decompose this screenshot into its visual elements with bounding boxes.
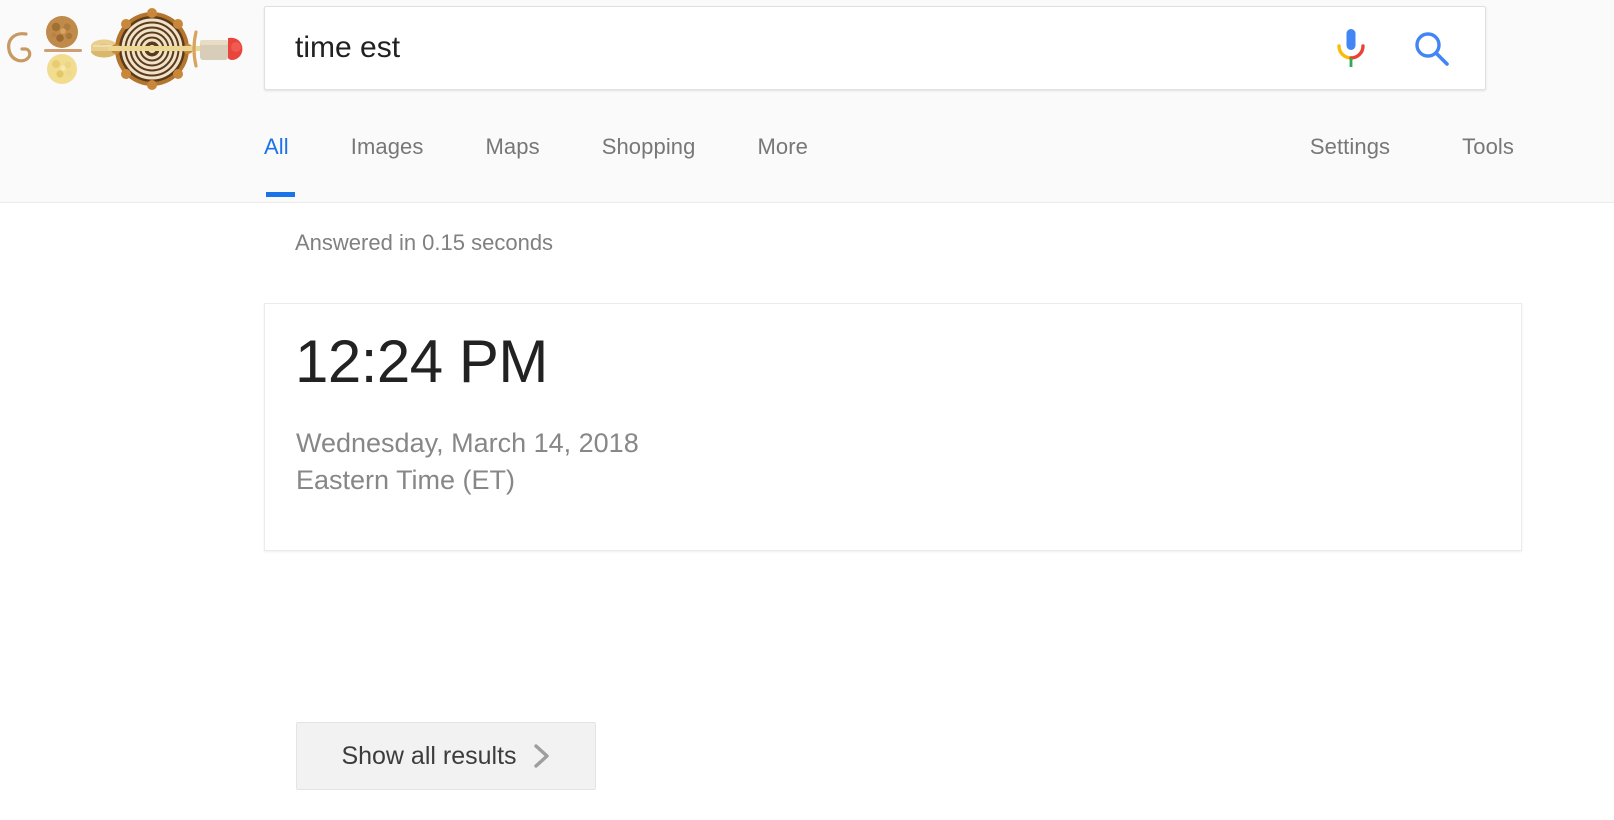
settings-button[interactable]: Settings xyxy=(1310,126,1390,160)
search-input[interactable] xyxy=(295,7,1315,89)
google-pi-day-doodle[interactable] xyxy=(0,2,248,92)
tab-more[interactable]: More xyxy=(757,126,808,160)
time-answer-card: 12:24 PM Wednesday, March 14, 2018 Easte… xyxy=(264,303,1522,551)
tab-images[interactable]: Images xyxy=(351,126,424,160)
search-nav-right: Settings Tools xyxy=(1238,126,1514,160)
answer-date: Wednesday, March 14, 2018 xyxy=(296,428,639,458)
chevron-right-icon xyxy=(533,742,551,770)
answer-timezone: Eastern Time (ET) xyxy=(296,465,516,495)
show-all-results-button[interactable]: Show all results xyxy=(296,722,596,790)
search-box[interactable] xyxy=(264,6,1486,90)
microphone-icon[interactable] xyxy=(1329,27,1373,71)
search-header: All Images Maps Shopping More Settings T… xyxy=(0,0,1614,203)
show-all-results-label: Show all results xyxy=(341,741,517,770)
search-results-main: Answered in 0.15 seconds 12:24 PM Wednes… xyxy=(0,203,1614,820)
search-icon[interactable] xyxy=(1409,26,1455,72)
tab-shopping[interactable]: Shopping xyxy=(602,126,696,160)
result-stats: Answered in 0.15 seconds xyxy=(295,230,554,255)
tab-maps[interactable]: Maps xyxy=(486,126,540,160)
search-nav-tabs: All Images Maps Shopping More xyxy=(264,126,870,202)
tools-button[interactable]: Tools xyxy=(1462,126,1514,160)
tab-all[interactable]: All xyxy=(264,126,295,197)
answer-time: 12:24 PM xyxy=(295,328,548,395)
